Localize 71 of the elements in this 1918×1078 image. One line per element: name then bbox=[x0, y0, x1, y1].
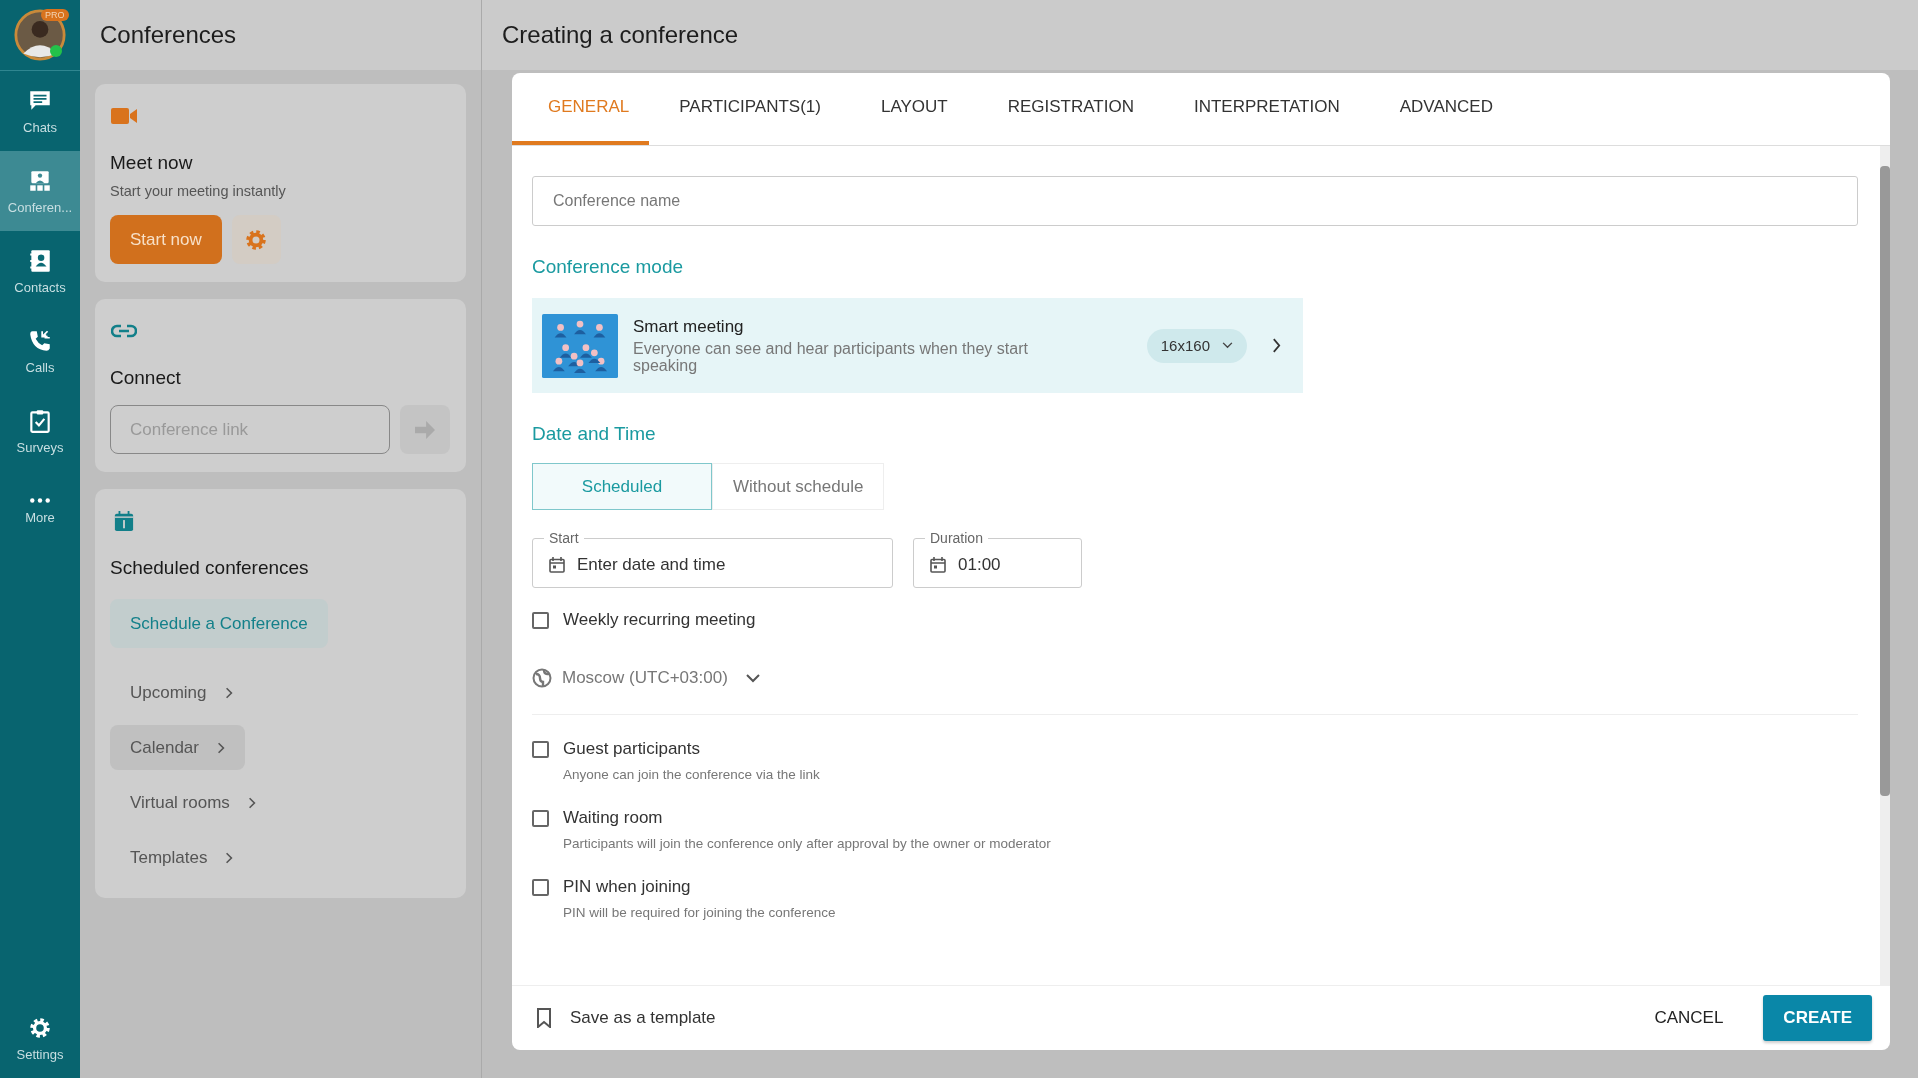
tab[interactable]: INTERPRETATION bbox=[1163, 73, 1370, 145]
start-field[interactable]: Start Enter date and time bbox=[532, 530, 893, 588]
checkbox[interactable] bbox=[532, 809, 549, 827]
tab[interactable]: PARTICIPANTS(1) bbox=[649, 73, 851, 145]
chevron-right-icon bbox=[1272, 338, 1281, 353]
chevron-down-icon bbox=[1222, 342, 1233, 349]
bookmark-icon bbox=[536, 1008, 552, 1028]
page-title: Creating a conference bbox=[502, 21, 739, 49]
nav-item[interactable]: Chats bbox=[0, 71, 80, 151]
checkbox[interactable] bbox=[532, 611, 549, 629]
mode-title: Smart meeting bbox=[633, 316, 745, 337]
option-hint: Participants will join the conference only after approval by the owner or moderator bbox=[563, 836, 1051, 851]
checkbox-label: Waiting room bbox=[563, 808, 663, 828]
menu-link[interactable]: Calendar bbox=[110, 725, 245, 770]
nav-item[interactable]: More bbox=[0, 471, 80, 551]
settings-nav-item[interactable]: Settings bbox=[0, 998, 80, 1078]
schedule-toggle[interactable]: Without schedule bbox=[712, 463, 885, 510]
checkbox[interactable] bbox=[532, 878, 549, 896]
tab[interactable]: GENERAL bbox=[512, 73, 650, 145]
timezone-dropdown[interactable]: Moscow (UTC+03:00) bbox=[562, 668, 760, 688]
clipboard-check-icon bbox=[27, 407, 53, 434]
contacts-icon bbox=[27, 247, 53, 274]
chevron-down-icon bbox=[745, 673, 760, 683]
globe-icon bbox=[532, 668, 552, 688]
tab[interactable]: ADVANCED bbox=[1369, 73, 1523, 145]
duration-field[interactable]: Duration 01:00 bbox=[913, 530, 1082, 588]
nav-item[interactable]: Surveys bbox=[0, 391, 80, 471]
mode-description: Everyone can see and hear participants when they start speaking bbox=[633, 340, 1029, 375]
arrow-right-icon bbox=[415, 420, 435, 439]
calendar-icon bbox=[549, 556, 565, 573]
checkbox-label: PIN when joining bbox=[563, 877, 691, 897]
more-icon bbox=[29, 497, 51, 504]
chevron-right-icon bbox=[247, 796, 256, 809]
checkbox-label: Guest participants bbox=[563, 739, 700, 759]
chevron-right-icon bbox=[217, 741, 225, 754]
nav-item[interactable]: Conferen... bbox=[0, 151, 80, 231]
schedule-conference-button[interactable]: Schedule a Conference bbox=[110, 599, 328, 648]
card-subtitle: Start your meeting instantly bbox=[110, 183, 286, 199]
menu-link[interactable]: Upcoming bbox=[110, 670, 253, 715]
option-hint: Anyone can join the conference via the link bbox=[563, 767, 820, 782]
field-label: Duration bbox=[929, 530, 984, 546]
nav-item[interactable]: Contacts bbox=[0, 231, 80, 311]
save-template-button[interactable]: Save as a template bbox=[536, 1008, 716, 1028]
chevron-right-icon bbox=[225, 851, 234, 864]
conference-name-field[interactable]: Conference name bbox=[532, 176, 1858, 226]
card-title: Connect bbox=[110, 367, 181, 389]
scrollbar[interactable] bbox=[1880, 146, 1890, 985]
nav-item[interactable]: Calls bbox=[0, 311, 80, 391]
field-label: Start bbox=[548, 530, 580, 546]
cancel-button[interactable]: CANCEL bbox=[1634, 998, 1744, 1038]
mode-card[interactable]: Smart meeting Everyone can see and hear participants when they start speaking 16x160 bbox=[532, 298, 1303, 393]
panel-title: Conferences bbox=[100, 21, 237, 49]
option-hint: PIN will be required for joining the conference bbox=[563, 905, 836, 920]
tab[interactable]: LAYOUT bbox=[850, 73, 978, 145]
chevron-right-icon bbox=[224, 686, 233, 699]
checkbox[interactable] bbox=[532, 740, 549, 758]
card-title: Meet now bbox=[110, 152, 193, 174]
menu-link[interactable]: Virtual rooms bbox=[110, 780, 276, 825]
video-camera-icon bbox=[111, 106, 137, 126]
section-heading: Conference mode bbox=[532, 256, 684, 278]
section-heading: Date and Time bbox=[532, 423, 656, 445]
checkbox-label: Weekly recurring meeting bbox=[563, 610, 756, 630]
calendar-icon bbox=[930, 556, 946, 573]
start-now-button[interactable]: Start now bbox=[110, 215, 222, 264]
schedule-toggle[interactable]: Scheduled bbox=[532, 463, 712, 510]
tab[interactable]: REGISTRATION bbox=[977, 73, 1164, 145]
create-button[interactable]: CREATE bbox=[1763, 995, 1872, 1041]
size-dropdown[interactable]: 16x160 bbox=[1146, 328, 1247, 363]
card-title: Scheduled conferences bbox=[110, 557, 309, 579]
menu-link[interactable]: Templates bbox=[110, 835, 254, 880]
pro-badge: PRO bbox=[41, 9, 69, 21]
